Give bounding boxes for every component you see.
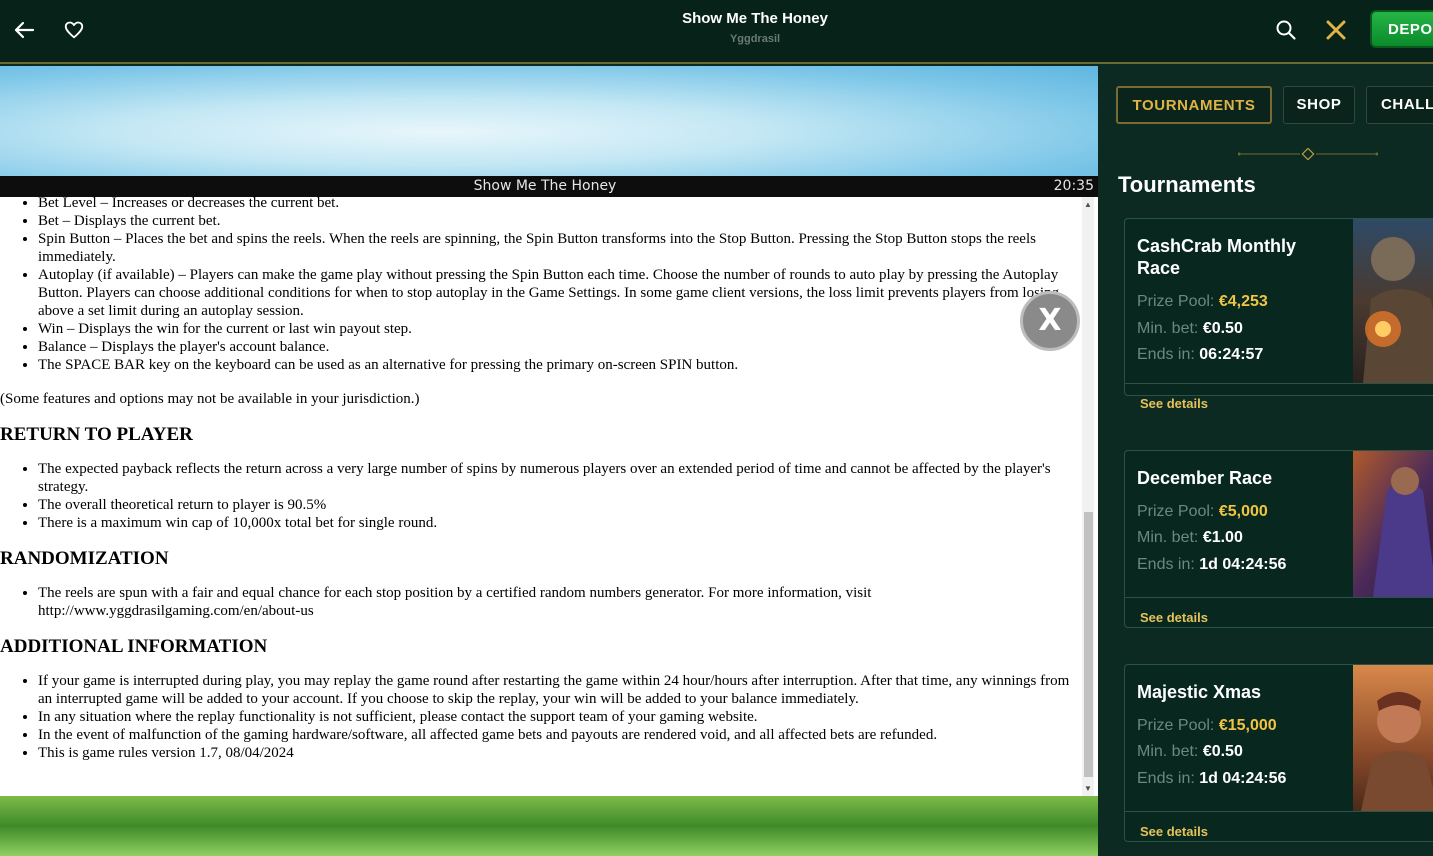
rules-content: Bet Level – Increases or decreases the c…	[0, 197, 1080, 762]
tournament-sidebar: TOURNAMENTS SHOP CHALL Tournaments CashC…	[1098, 66, 1433, 856]
prize-pool-row: Prize Pool: €4,253	[1137, 293, 1268, 311]
tournament-artwork-warrior	[1353, 219, 1433, 383]
ends-label: Ends in:	[1137, 346, 1195, 363]
ends-row: Ends in: 1d 04:24:56	[1137, 556, 1286, 574]
min-bet-value: €1.00	[1202, 529, 1243, 546]
list-item: Bet – Displays the current bet.	[38, 212, 1080, 230]
min-bet-value: €0.50	[1202, 743, 1243, 760]
game-background-sky	[0, 66, 1098, 176]
header-title-block: Show Me The Honey Yggdrasil	[600, 10, 910, 45]
card-divider	[1125, 811, 1433, 812]
back-arrow-icon[interactable]	[10, 16, 38, 44]
scroll-up-icon[interactable]: ▲	[1082, 199, 1094, 211]
tournament-card[interactable]: December Race Prize Pool: €5,000 Min. be…	[1124, 450, 1433, 628]
prize-label: Prize Pool:	[1137, 503, 1215, 520]
list-item: In the event of malfunction of the gamin…	[38, 726, 1080, 744]
game-area: Show Me The Honey 20:35 Bet Level – Incr…	[0, 66, 1098, 856]
list-item: There is a maximum win cap of 10,000x to…	[38, 514, 1080, 532]
heart-icon[interactable]	[60, 16, 88, 44]
prize-label: Prize Pool:	[1137, 293, 1215, 310]
ends-label: Ends in:	[1137, 770, 1195, 787]
tournament-name: Majestic Xmas	[1137, 682, 1262, 702]
tournament-card[interactable]: Majestic Xmas Prize Pool: €15,000 Min. b…	[1124, 664, 1433, 842]
controls-list: Bet Level – Increases or decreases the c…	[38, 197, 1080, 374]
game-title: Show Me The Honey	[473, 178, 617, 194]
provider-subtitle: Yggdrasil	[729, 33, 781, 45]
list-item: The reels are spun with a fair and equal…	[38, 584, 1080, 620]
jurisdiction-note: (Some features and options may not be av…	[0, 391, 420, 407]
list-item: Bet Level – Increases or decreases the c…	[38, 197, 1080, 212]
see-details-link[interactable]: See details	[1140, 824, 1208, 839]
min-bet-row: Min. bet: €1.00	[1137, 529, 1243, 547]
see-details-link[interactable]: See details	[1140, 610, 1208, 625]
close-rules-button[interactable]: X	[1020, 291, 1080, 351]
ends-value: 06:24:57	[1199, 346, 1264, 363]
additional-info-list: If your game is interrupted during play,…	[38, 672, 1080, 762]
min-bet-row: Min. bet: €0.50	[1137, 320, 1243, 338]
tab-shop[interactable]: SHOP	[1283, 86, 1355, 124]
list-item: If your game is interrupted during play,…	[38, 672, 1080, 708]
scrollbar-thumb[interactable]	[1084, 512, 1093, 777]
divider-ornament-icon	[1238, 148, 1378, 160]
tab-challenges[interactable]: CHALL	[1366, 86, 1433, 124]
min-bet-row: Min. bet: €0.50	[1137, 743, 1243, 761]
game-info-bar: Show Me The Honey 20:35	[0, 176, 1098, 197]
list-item: Autoplay (if available) – Players can ma…	[38, 266, 1080, 320]
prize-value: €4,253	[1218, 293, 1268, 310]
tournament-card[interactable]: CashCrab Monthly Race Prize Pool: €4,253…	[1124, 218, 1433, 396]
min-bet-value: €0.50	[1202, 320, 1243, 337]
prize-pool-row: Prize Pool: €5,000	[1137, 503, 1268, 521]
list-item: This is game rules version 1.7, 08/04/20…	[38, 744, 1080, 762]
search-icon[interactable]	[1272, 16, 1300, 44]
see-details-link[interactable]: See details	[1140, 396, 1208, 411]
tournaments-heading: Tournaments	[1118, 172, 1256, 197]
rtp-heading: RETURN TO PLAYER	[0, 424, 193, 445]
card-divider	[1125, 597, 1433, 598]
randomization-heading: RANDOMIZATION	[0, 548, 169, 569]
game-background-grass	[0, 796, 1098, 856]
list-item: The overall theoretical return to player…	[38, 496, 1080, 514]
ends-label: Ends in:	[1137, 556, 1195, 573]
min-bet-label: Min. bet:	[1137, 529, 1199, 546]
tournament-name: CashCrab Monthly Race	[1137, 236, 1297, 278]
tournament-artwork-mage	[1353, 451, 1433, 597]
list-item: The expected payback reflects the return…	[38, 460, 1080, 496]
page-title: Show Me The Honey	[682, 10, 828, 27]
rules-scrollbar[interactable]: ▲ ▼	[1082, 197, 1094, 797]
list-item: Spin Button – Places the bet and spins t…	[38, 230, 1080, 266]
scroll-down-icon[interactable]: ▼	[1082, 783, 1094, 795]
tournament-name: December Race	[1137, 468, 1273, 488]
list-item: Balance – Displays the player's account …	[38, 338, 1080, 356]
card-divider	[1125, 383, 1433, 384]
min-bet-label: Min. bet:	[1137, 743, 1199, 760]
list-item: The SPACE BAR key on the keyboard can be…	[38, 356, 1080, 374]
rtp-list: The expected payback reflects the return…	[38, 460, 1080, 532]
list-item: In any situation where the replay functi…	[38, 708, 1080, 726]
deposit-button[interactable]: DEPO	[1370, 10, 1433, 48]
tournament-artwork-hero	[1353, 665, 1433, 811]
randomization-list: The reels are spun with a fair and equal…	[38, 584, 1080, 620]
list-item: Win – Displays the win for the current o…	[38, 320, 1080, 338]
ends-row: Ends in: 1d 04:24:56	[1137, 770, 1286, 788]
ends-row: Ends in: 06:24:57	[1137, 346, 1263, 364]
prize-label: Prize Pool:	[1137, 717, 1215, 734]
top-bar: Show Me The Honey Yggdrasil DEPO	[0, 0, 1433, 64]
prize-value: €5,000	[1218, 503, 1268, 520]
ends-value: 1d 04:24:56	[1199, 556, 1287, 573]
additional-info-heading: ADDITIONAL INFORMATION	[0, 636, 268, 657]
prize-pool-row: Prize Pool: €15,000	[1137, 717, 1277, 735]
close-icon[interactable]	[1322, 16, 1350, 44]
tab-tournaments[interactable]: TOURNAMENTS	[1116, 86, 1272, 124]
game-clock: 20:35	[1053, 178, 1094, 194]
min-bet-label: Min. bet:	[1137, 320, 1199, 337]
ends-value: 1d 04:24:56	[1199, 770, 1287, 787]
game-rules-panel[interactable]: Bet Level – Increases or decreases the c…	[0, 197, 1098, 797]
prize-value: €15,000	[1218, 717, 1277, 734]
